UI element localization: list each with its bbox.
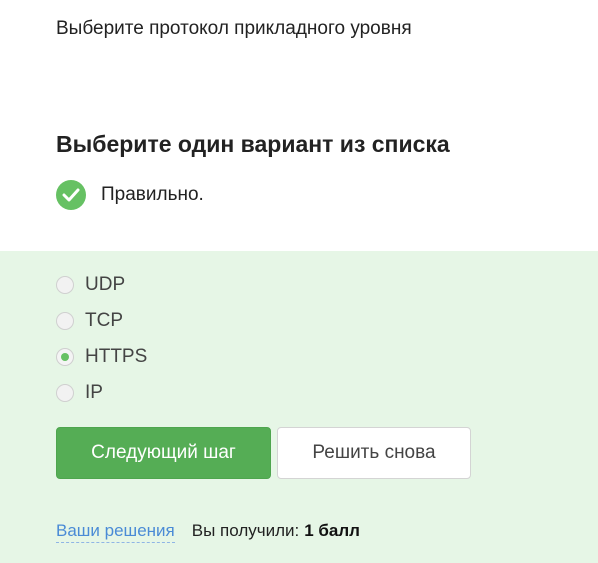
your-solutions-link[interactable]: Ваши решения (56, 520, 175, 543)
footer-row: Ваши решения Вы получили: 1 балл (56, 520, 360, 543)
score-label: Вы получили: (191, 521, 300, 540)
option-label: TCP (85, 310, 123, 331)
next-step-button[interactable]: Следующий шаг (56, 427, 271, 479)
option-ip[interactable]: IP (56, 381, 103, 405)
score-value: 1 балл (304, 521, 360, 540)
option-label: HTTPS (85, 346, 148, 367)
quiz-page: Выберите протокол прикладного уровня Выб… (0, 0, 598, 563)
radio-button[interactable] (56, 276, 74, 294)
option-label: UDP (85, 274, 126, 295)
radio-button[interactable] (56, 312, 74, 330)
option-tcp[interactable]: TCP (56, 309, 123, 333)
option-udp[interactable]: UDP (56, 273, 125, 297)
radio-dot-icon (61, 353, 69, 361)
check-circle-icon (56, 180, 86, 210)
radio-button[interactable] (56, 384, 74, 402)
question-text: Выберите протокол прикладного уровня (56, 18, 412, 39)
feedback-row: Правильно. (56, 180, 204, 210)
answer-panel: UDP TCP HTTPS IP Следующий шаг Решить сн… (0, 251, 598, 563)
radio-button-selected[interactable] (56, 348, 74, 366)
retry-button[interactable]: Решить снова (277, 427, 471, 479)
feedback-text: Правильно. (101, 184, 204, 205)
option-https[interactable]: HTTPS (56, 345, 147, 369)
option-label: IP (85, 382, 103, 403)
prompt-heading: Выберите один вариант из списка (56, 131, 450, 157)
